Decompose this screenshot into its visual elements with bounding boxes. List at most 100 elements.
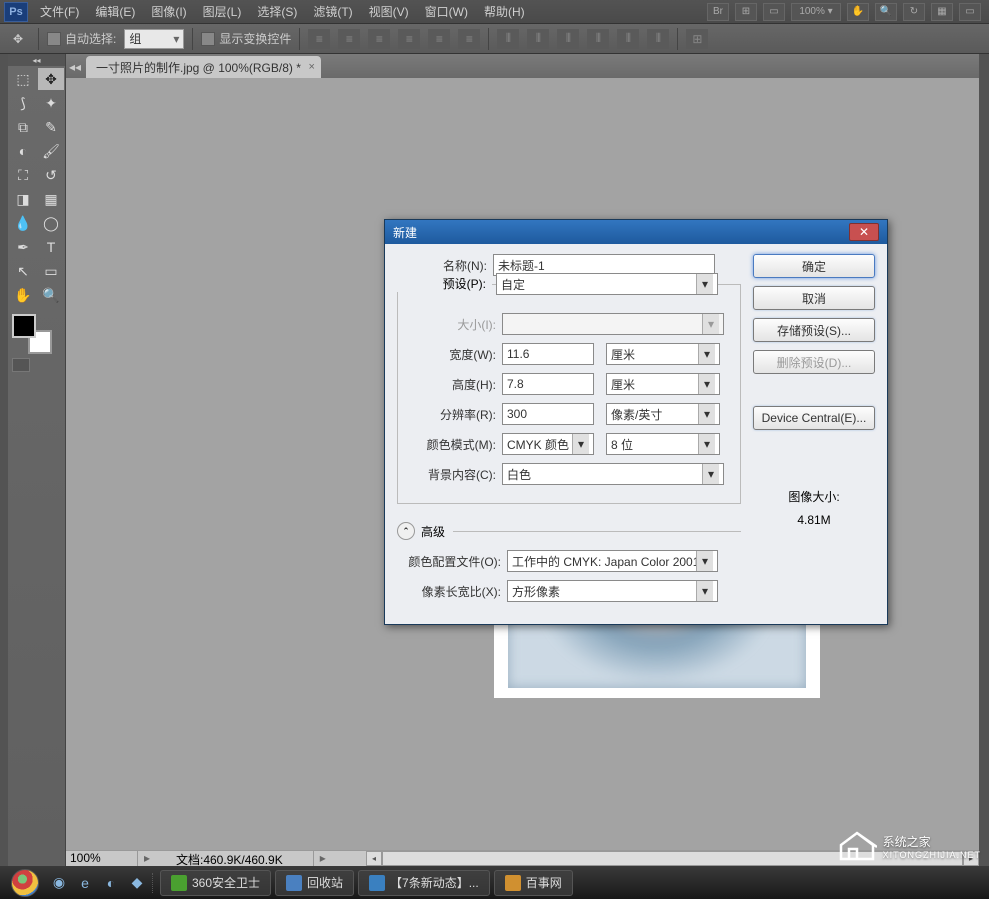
foreground-color[interactable] — [12, 314, 36, 338]
zoom-tool[interactable]: 🔍 — [38, 284, 64, 306]
width-input[interactable] — [502, 343, 594, 365]
save-preset-button[interactable]: 存储预设(S)... — [753, 318, 875, 342]
heal-tool[interactable]: ◐ — [10, 140, 36, 162]
auto-select-checkbox[interactable]: 自动选择: — [47, 30, 116, 47]
blur-tool[interactable]: 💧 — [10, 212, 36, 234]
pixel-aspect-select[interactable]: 方形像素 — [507, 580, 718, 602]
menu-image[interactable]: 图像(I) — [143, 3, 194, 20]
eraser-tool[interactable]: ◨ — [10, 188, 36, 210]
menu-view[interactable]: 视图(V) — [361, 3, 417, 20]
bridge-button[interactable]: Br — [707, 3, 729, 21]
extras-button[interactable]: ⊞ — [735, 3, 757, 21]
align-icon-4[interactable]: ≡ — [398, 29, 420, 49]
menu-window[interactable]: 窗口(W) — [417, 3, 476, 20]
preset-select[interactable]: 自定 — [496, 273, 718, 295]
color-profile-select[interactable]: 工作中的 CMYK: Japan Color 2001... — [507, 550, 718, 572]
start-button[interactable] — [6, 868, 44, 898]
color-swatches[interactable] — [12, 314, 52, 354]
hand-tool[interactable]: ✋ — [10, 284, 36, 306]
dodge-tool[interactable]: ◯ — [38, 212, 64, 234]
eyedropper-tool[interactable]: ✎ — [38, 116, 64, 138]
preset-label: 预设(P): — [443, 275, 486, 292]
quicklaunch-3[interactable]: ◐ — [100, 872, 122, 894]
zoom-icon[interactable]: 🔍 — [875, 3, 897, 21]
resolution-input[interactable] — [502, 403, 594, 425]
options-bar: ✥ 自动选择: 组 显示变换控件 ≡ ≡ ≡ ≡ ≡ ≡ ⫴ ⫴ ⫴ ⫴ ⫴ ⫴… — [0, 24, 989, 54]
align-icon[interactable]: ≡ — [308, 29, 330, 49]
width-unit-select[interactable]: 厘米 — [606, 343, 720, 365]
workspace-icon[interactable]: ▭ — [959, 3, 981, 21]
taskbar-button-2[interactable]: 【7条新动态】... — [358, 870, 490, 896]
pen-tool[interactable]: ✒ — [10, 236, 36, 258]
toolbox: ◂◂ ⬚ ✥ ⟆ ✦ ⧉ ✎ ◐ 🖌 ⛶ ↺ ◨ ▦ 💧 ◯ ✒ T ↖ ▭ ✋… — [8, 54, 66, 866]
tab-close-icon[interactable]: × — [308, 61, 314, 73]
marquee-tool[interactable]: ⬚ — [10, 68, 36, 90]
distribute-icon-5[interactable]: ⫴ — [617, 29, 639, 49]
status-zoom-arrow[interactable]: ▸ — [138, 851, 156, 866]
path-tool[interactable]: ↖ — [10, 260, 36, 282]
distribute-icon-6[interactable]: ⫴ — [647, 29, 669, 49]
new-document-dialog: 新建 ✕ 名称(N): 预设(P): 自定 大小(I): 宽度(W): — [384, 219, 888, 625]
bit-depth-select[interactable]: 8 位 — [606, 433, 720, 455]
size-select — [502, 313, 724, 335]
menu-help[interactable]: 帮助(H) — [476, 3, 533, 20]
rotate-icon[interactable]: ↻ — [903, 3, 925, 21]
panels-collapse[interactable] — [979, 54, 989, 866]
quicklaunch-ie[interactable]: e — [74, 872, 96, 894]
status-doc-size: 文档:460.9K/460.9K — [156, 851, 314, 866]
align-icon-2[interactable]: ≡ — [338, 29, 360, 49]
zoom-level-display[interactable]: 100% ▾ — [791, 3, 841, 21]
align-icon-5[interactable]: ≡ — [428, 29, 450, 49]
align-icon-6[interactable]: ≡ — [458, 29, 480, 49]
auto-align-icon[interactable]: ⊞ — [686, 29, 708, 49]
menu-filter[interactable]: 滤镜(T) — [305, 3, 360, 20]
move-tool[interactable]: ✥ — [38, 68, 64, 90]
color-mode-select[interactable]: CMYK 颜色 — [502, 433, 594, 455]
distribute-icon-2[interactable]: ⫴ — [527, 29, 549, 49]
toolbox-collapse[interactable]: ◂◂ — [8, 54, 65, 66]
arrange-icon[interactable]: ▦ — [931, 3, 953, 21]
type-tool[interactable]: T — [38, 236, 64, 258]
advanced-toggle[interactable]: ⌃ — [397, 522, 415, 540]
menu-layer[interactable]: 图层(L) — [195, 3, 250, 20]
taskbar-button-1[interactable]: 回收站 — [275, 870, 354, 896]
cancel-button[interactable]: 取消 — [753, 286, 875, 310]
taskbar-button-0[interactable]: 360安全卫士 — [160, 870, 271, 896]
taskbar-button-3[interactable]: 百事网 — [494, 870, 573, 896]
hscroll-left[interactable]: ◂ — [366, 851, 382, 866]
auto-select-combo[interactable]: 组 — [124, 29, 184, 49]
brush-tool[interactable]: 🖌 — [38, 140, 64, 162]
document-tab[interactable]: 一寸照片的制作.jpg @ 100%(RGB/8) * × — [86, 56, 321, 78]
height-unit-select[interactable]: 厘米 — [606, 373, 720, 395]
shape-tool[interactable]: ▭ — [38, 260, 64, 282]
align-icon-3[interactable]: ≡ — [368, 29, 390, 49]
distribute-icon-4[interactable]: ⫴ — [587, 29, 609, 49]
ok-button[interactable]: 确定 — [753, 254, 875, 278]
menu-edit[interactable]: 编辑(E) — [87, 3, 143, 20]
history-brush-tool[interactable]: ↺ — [38, 164, 64, 186]
tab-scroll-left[interactable]: ◂◂ — [66, 56, 84, 78]
device-central-button[interactable]: Device Central(E)... — [753, 406, 875, 430]
menu-file[interactable]: 文件(F) — [32, 3, 87, 20]
screen-mode-button[interactable]: ▭ — [763, 3, 785, 21]
stamp-tool[interactable]: ⛶ — [10, 164, 36, 186]
quicklaunch-4[interactable]: ◆ — [126, 872, 148, 894]
hand-icon[interactable]: ✋ — [847, 3, 869, 21]
height-input[interactable] — [502, 373, 594, 395]
status-doc-arrow[interactable]: ▸ — [314, 851, 332, 866]
menu-select[interactable]: 选择(S) — [249, 3, 305, 20]
background-select[interactable]: 白色 — [502, 463, 724, 485]
lasso-tool[interactable]: ⟆ — [10, 92, 36, 114]
distribute-icon-1[interactable]: ⫴ — [497, 29, 519, 49]
distribute-icon-3[interactable]: ⫴ — [557, 29, 579, 49]
quickmask-toggle[interactable] — [12, 358, 30, 372]
status-zoom[interactable]: 100% — [66, 851, 138, 866]
show-transform-checkbox[interactable]: 显示变换控件 — [201, 30, 291, 47]
gradient-tool[interactable]: ▦ — [38, 188, 64, 210]
crop-tool[interactable]: ⧉ — [10, 116, 36, 138]
dialog-close-button[interactable]: ✕ — [849, 223, 879, 241]
dialog-titlebar[interactable]: 新建 ✕ — [385, 220, 887, 244]
wand-tool[interactable]: ✦ — [38, 92, 64, 114]
quicklaunch-1[interactable]: ◉ — [48, 872, 70, 894]
resolution-unit-select[interactable]: 像素/英寸 — [606, 403, 720, 425]
